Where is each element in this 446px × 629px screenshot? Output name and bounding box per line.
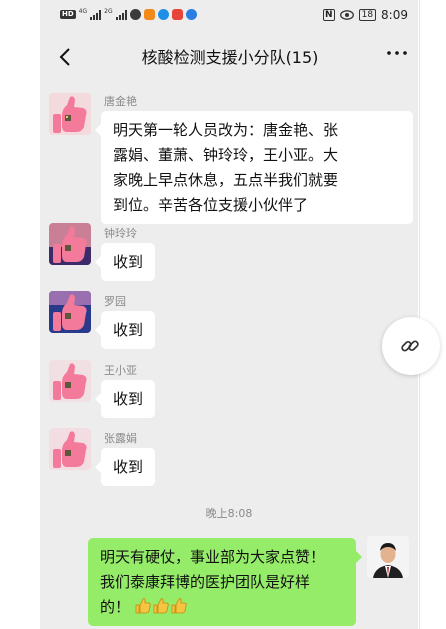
message-line: 露娟、董萧、钟玲玲，王小亚。大 bbox=[113, 146, 339, 164]
app-notification-icon bbox=[185, 9, 197, 20]
back-button[interactable] bbox=[50, 42, 80, 72]
signal-bars-1-icon bbox=[90, 9, 102, 20]
thumbs-up-emoji-icon bbox=[135, 598, 151, 614]
eye-icon bbox=[339, 10, 354, 20]
avatar[interactable] bbox=[49, 360, 91, 402]
chat-header: 核酸检测支援小分队(15) bbox=[40, 32, 418, 80]
message-bubble[interactable]: 收到 bbox=[94, 448, 156, 486]
sender-name: 唐金艳 bbox=[104, 95, 137, 108]
sender-name: 王小亚 bbox=[104, 364, 137, 377]
app-notification-icon bbox=[171, 9, 183, 20]
thumbs-up-emoji-icon bbox=[171, 598, 187, 614]
app-notification-icon bbox=[143, 9, 155, 20]
message-bubble[interactable]: 收到 bbox=[94, 311, 156, 349]
message-line: 我们泰康拜博的医护团队是好样 bbox=[100, 573, 311, 591]
my-avatar[interactable] bbox=[367, 536, 409, 578]
network-type-1: 4G bbox=[78, 8, 88, 15]
avatar[interactable] bbox=[49, 223, 91, 265]
hd-badge: HD bbox=[60, 10, 76, 19]
avatar[interactable] bbox=[49, 428, 91, 470]
user-avatar-icon bbox=[367, 536, 409, 578]
timestamp: 晚上8:08 bbox=[205, 507, 253, 520]
status-time: 8:09 bbox=[381, 8, 408, 22]
thumbs-up-avatar-icon bbox=[49, 428, 91, 470]
message-line: 的！ bbox=[100, 595, 344, 620]
thumbs-up-avatar-icon bbox=[49, 291, 91, 333]
wechat-chat-screen: HD 4G 2G N 18 8:09 核酸检测支援小分队(15) 唐金艳 明天第… bbox=[40, 0, 418, 629]
thumbs-up-avatar-icon bbox=[49, 360, 91, 402]
sender-name: 罗园 bbox=[104, 295, 126, 308]
status-bar-left: HD 4G 2G bbox=[60, 8, 197, 20]
app-notification-icon bbox=[129, 9, 141, 20]
sender-name: 钟玲玲 bbox=[104, 227, 137, 240]
message-bubble[interactable]: 收到 bbox=[94, 380, 156, 418]
thumbs-up-avatar-icon bbox=[49, 223, 91, 265]
right-margin bbox=[418, 0, 446, 629]
my-message-bubble[interactable]: 明天有硬仗，事业部为大家点赞！ 我们泰康拜博的医护团队是好样 的！ bbox=[88, 538, 362, 626]
link-icon bbox=[401, 340, 419, 352]
avatar[interactable] bbox=[49, 93, 91, 135]
more-dots-icon bbox=[387, 51, 407, 55]
thumbs-up-avatar-icon bbox=[49, 93, 91, 135]
message-text: 的！ bbox=[100, 598, 131, 616]
avatar[interactable] bbox=[49, 291, 91, 333]
message-line: 明天第一轮人员改为：唐金艳、张 bbox=[113, 121, 339, 139]
thumbs-up-emoji-icon bbox=[153, 598, 169, 614]
message-line: 家晚上早点休息，五点半我们就要 bbox=[113, 171, 339, 189]
message-line: 明天有硬仗，事业部为大家点赞！ bbox=[100, 548, 326, 566]
app-notification-icon bbox=[157, 9, 169, 20]
message-line: 到位。辛苦各位支援小伙伴了 bbox=[113, 196, 309, 214]
battery-icon: 18 bbox=[358, 9, 377, 21]
message-bubble[interactable]: 收到 bbox=[94, 243, 156, 281]
divider-line bbox=[419, 0, 420, 629]
floating-link-button[interactable] bbox=[382, 317, 440, 375]
left-margin bbox=[0, 0, 40, 629]
signal-bars-2-icon bbox=[115, 9, 127, 20]
network-type-2: 2G bbox=[104, 8, 113, 15]
more-button[interactable] bbox=[384, 40, 410, 66]
status-bar: HD 4G 2G N 18 8:09 bbox=[40, 0, 418, 32]
message-bubble[interactable]: 明天第一轮人员改为：唐金艳、张 露娟、董萧、钟玲玲，王小亚。大 家晚上早点休息，… bbox=[95, 111, 413, 224]
chevron-left-icon bbox=[59, 48, 70, 66]
status-bar-right: N 18 8:09 bbox=[323, 8, 408, 22]
nfc-icon: N bbox=[323, 9, 335, 21]
sender-name: 张露娟 bbox=[104, 432, 137, 445]
chat-title: 核酸检测支援小分队(15) bbox=[141, 48, 319, 67]
